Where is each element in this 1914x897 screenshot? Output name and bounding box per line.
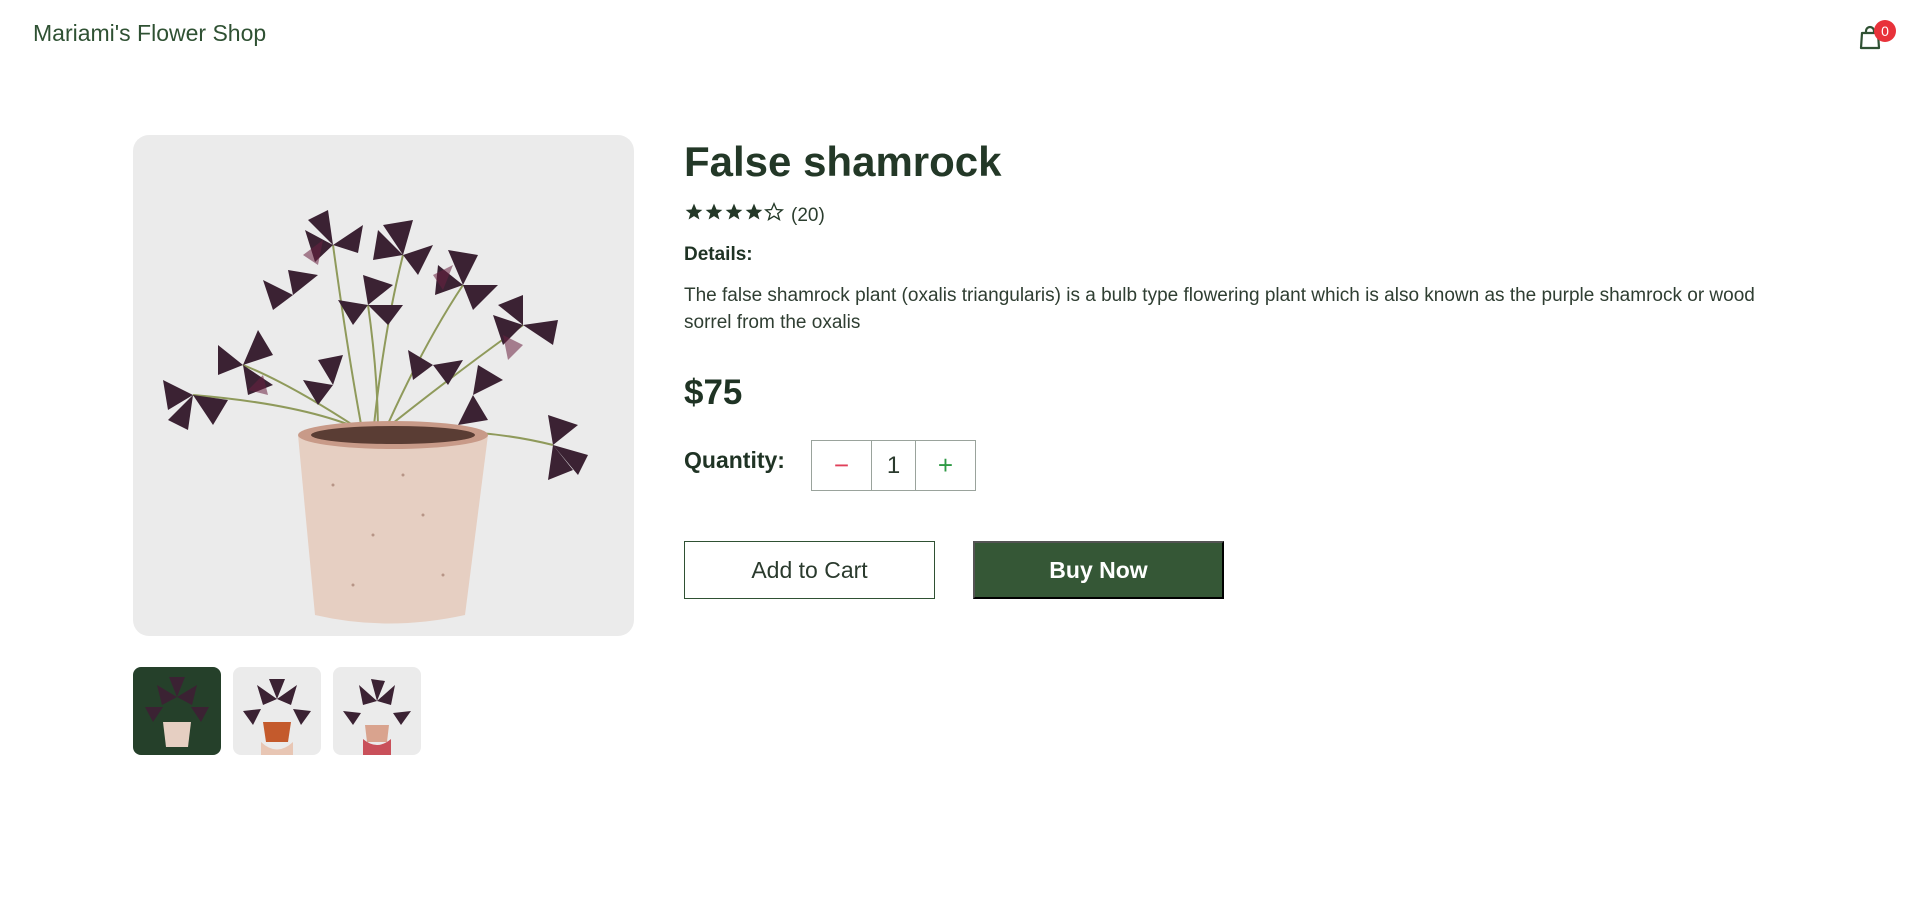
product-title: False shamrock — [684, 138, 1002, 185]
quantity-label: Quantity: — [684, 447, 785, 473]
star-filled-icon — [725, 203, 743, 220]
details-label: Details: — [684, 244, 753, 265]
thumbnail-2[interactable] — [233, 667, 321, 755]
cart-button[interactable]: 0 — [1857, 20, 1896, 52]
buy-now-button[interactable]: Buy Now — [973, 541, 1224, 599]
increment-button[interactable]: + — [916, 441, 975, 490]
top-bar: Mariami's Flower Shop 0 — [0, 0, 1914, 70]
star-filled-icon — [705, 203, 723, 220]
star-empty-icon — [764, 202, 784, 221]
thumbnail-1[interactable] — [133, 667, 221, 755]
add-to-cart-button[interactable]: Add to Cart — [684, 541, 935, 599]
review-count: (20) — [791, 205, 825, 226]
main-product-image — [133, 135, 634, 636]
decrement-button[interactable]: − — [812, 441, 871, 490]
product-description: The false shamrock plant (oxalis triangu… — [684, 285, 1755, 333]
star-filled-icon — [685, 203, 703, 220]
star-filled-icon — [745, 203, 763, 220]
brand-link[interactable]: Mariami's Flower Shop — [33, 20, 266, 47]
thumbnail-3[interactable] — [333, 667, 421, 755]
quantity-value[interactable]: 1 — [871, 441, 916, 490]
product-price: $75 — [684, 373, 743, 412]
cart-count-badge: 0 — [1874, 20, 1896, 42]
quantity-stepper: − 1 + — [811, 440, 976, 491]
